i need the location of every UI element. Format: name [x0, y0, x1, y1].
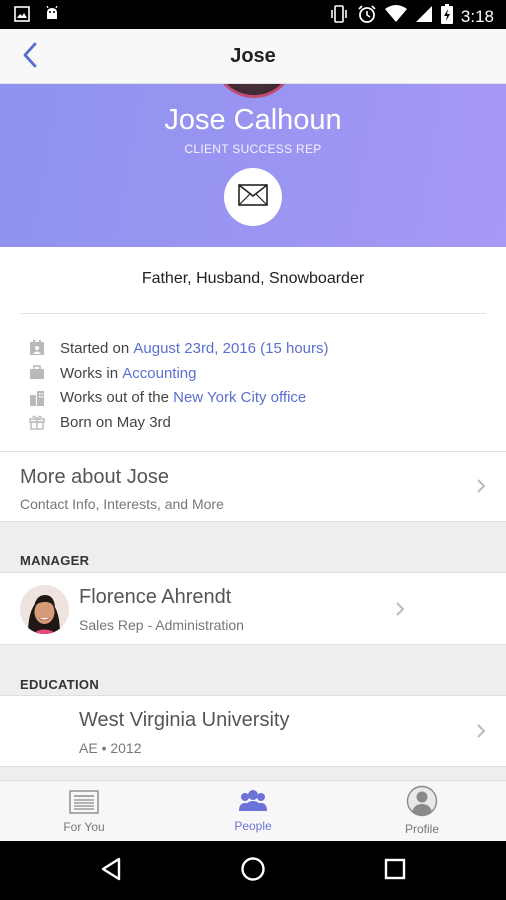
- gift-icon: [28, 413, 46, 431]
- fact-department: Works in Accounting: [28, 361, 329, 386]
- battery-icon: [440, 4, 453, 29]
- nav-back-button[interactable]: [95, 855, 127, 887]
- square-recents-icon: [384, 858, 406, 885]
- education-section-header: EDUCATION: [0, 645, 506, 696]
- newspaper-icon: [68, 789, 100, 820]
- email-button[interactable]: [224, 168, 282, 226]
- tab-profile[interactable]: Profile: [338, 781, 506, 842]
- status-time: 3:18: [460, 6, 494, 26]
- divider: [0, 766, 506, 767]
- building-icon: [28, 389, 46, 407]
- system-nav-bar: [0, 841, 506, 900]
- education-row[interactable]: West Virginia University AE • 2012: [0, 696, 506, 766]
- more-about-row[interactable]: More about Jose Contact Info, Interests,…: [0, 452, 506, 521]
- circle-home-icon: [240, 856, 266, 887]
- tab-label: Profile: [404, 822, 439, 836]
- fact-birthday: Born on May 3rd: [28, 410, 329, 435]
- profile-facts: Started on August 23rd, 2016 (15 hours) …: [28, 336, 329, 435]
- manager-name: Florence Ahrendt: [79, 586, 232, 608]
- tab-label: People: [234, 819, 272, 833]
- app-bar: Jose: [0, 29, 506, 84]
- section-label: MANAGER: [20, 553, 90, 568]
- profile-bio: Father, Husband, Snowboarder: [141, 270, 365, 287]
- person-icon: [406, 785, 438, 822]
- school-name: West Virginia University: [79, 709, 290, 731]
- avatar: [20, 585, 69, 634]
- nav-home-button[interactable]: [237, 855, 269, 887]
- briefcase-icon: [28, 364, 46, 382]
- profile-avatar: [214, 84, 294, 98]
- page-title: Jose: [230, 45, 276, 67]
- nav-recents-button[interactable]: [379, 855, 411, 887]
- manager-section-header: MANAGER: [0, 521, 506, 573]
- fact-label: Works out of the: [60, 389, 169, 407]
- divider: [20, 313, 486, 314]
- department-link[interactable]: Accounting: [122, 365, 196, 382]
- office-link[interactable]: New York City office: [173, 389, 306, 406]
- manager-subtitle: Sales Rep - Administration: [79, 617, 244, 633]
- people-icon: [237, 789, 269, 818]
- profile-role: CLIENT SUCCESS REP: [184, 142, 322, 156]
- more-about-subtitle: Contact Info, Interests, and More: [20, 496, 224, 512]
- profile-header: Jose Calhoun CLIENT SUCCESS REP: [0, 84, 506, 247]
- fact-start-date: Started on August 23rd, 2016 (15 hours): [28, 336, 329, 361]
- start-date-link[interactable]: August 23rd, 2016 (15 hours): [133, 340, 328, 357]
- fact-label: Works in: [60, 364, 119, 382]
- calendar-icon: [28, 339, 46, 357]
- triangle-back-icon: [100, 857, 122, 886]
- tab-bar: For You People Profile: [0, 780, 506, 841]
- alarm-icon: [357, 4, 377, 29]
- divider: [0, 644, 506, 645]
- chevron-right-icon: [393, 599, 407, 619]
- profile-name: Jose Calhoun: [164, 104, 342, 136]
- cellular-icon: [415, 5, 433, 28]
- tab-people[interactable]: People: [169, 781, 337, 842]
- divider: [0, 521, 506, 522]
- education-subtitle: AE • 2012: [79, 740, 142, 756]
- chevron-right-icon: [474, 721, 488, 741]
- divider: [0, 766, 506, 780]
- more-about-title: More about Jose: [20, 466, 169, 488]
- fact-label: Born on May 3rd: [60, 413, 171, 431]
- wifi-icon: [384, 5, 407, 28]
- vibrate-icon: [329, 5, 349, 28]
- manager-row[interactable]: Florence Ahrendt Sales Rep - Administrat…: [0, 573, 506, 644]
- tab-label: For You: [63, 820, 105, 834]
- android-icon: [44, 5, 60, 27]
- tab-for-you[interactable]: For You: [0, 781, 168, 842]
- image-icon: [14, 6, 30, 27]
- status-bar: 3:18: [0, 0, 506, 29]
- fact-office: Works out of the New York City office: [28, 385, 329, 410]
- envelope-icon: [238, 183, 268, 211]
- section-label: EDUCATION: [20, 677, 100, 692]
- fact-label: Started on: [60, 339, 130, 357]
- chevron-right-icon: [474, 476, 488, 496]
